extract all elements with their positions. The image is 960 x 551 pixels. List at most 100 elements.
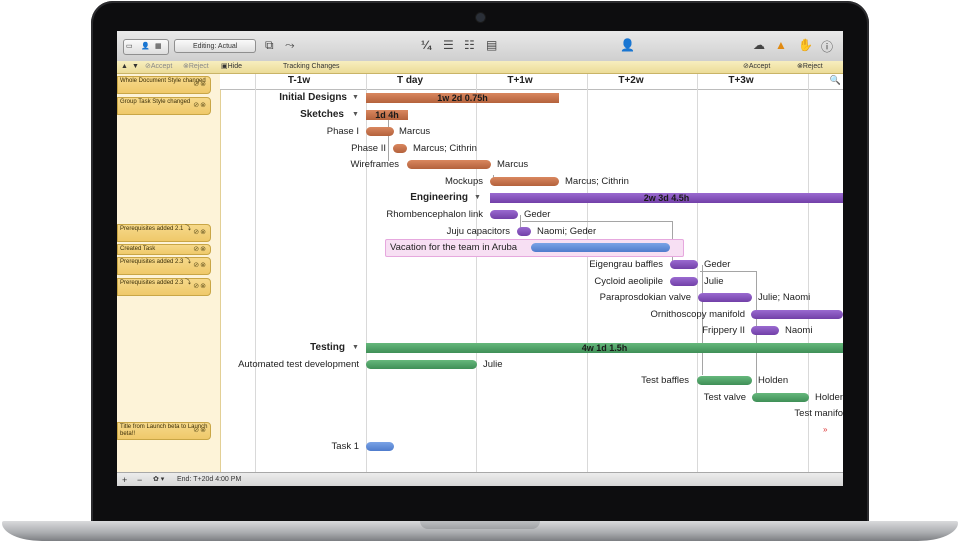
task-label[interactable]: Juju capacitors — [447, 226, 510, 237]
disclosure-triangle-icon[interactable]: ▼ — [474, 194, 481, 201]
zoom-icon[interactable]: 🔍 — [830, 75, 841, 86]
level-resources-icon[interactable]: ☰ — [443, 38, 454, 52]
accept-reject-icons[interactable]: ⊘⊗ — [193, 262, 207, 269]
editing-mode-select[interactable]: Editing: Actual — [174, 39, 256, 53]
change-note[interactable]: Prerequisites added 2.1 ⤵ ⊘⊗ — [117, 224, 211, 242]
remove-task-button[interactable]: − — [137, 473, 142, 486]
group-label[interactable]: Initial Designs — [279, 92, 347, 103]
info-inspector-icon[interactable]: ⓘ — [821, 38, 833, 55]
change-note[interactable]: Prerequisites added 2.3 ⤵ ⊘⊗ — [117, 278, 211, 296]
group-label[interactable]: Engineering — [410, 192, 468, 203]
task-bar[interactable] — [366, 127, 394, 136]
task-label[interactable]: Phase I — [327, 126, 359, 137]
table-view-icon[interactable]: ▦ — [155, 40, 162, 54]
task-bar[interactable] — [490, 177, 559, 186]
disclosure-triangle-icon[interactable]: ▼ — [352, 94, 359, 101]
accept-all-button[interactable]: ⊘ Accept All — [743, 61, 770, 82]
summary-bar[interactable]: 1w 2d 0.75h — [366, 93, 559, 103]
resource-label: Julie — [483, 359, 503, 370]
next-change-icon[interactable]: ▼ — [132, 61, 139, 73]
change-note[interactable]: Prerequisites added 2.3 ⤵ ⊘⊗ — [117, 257, 211, 275]
summary-bar[interactable]: 1d 4h — [366, 110, 408, 120]
resource-view-icon[interactable]: 👤 — [141, 40, 150, 54]
task-label[interactable]: Wireframes — [350, 159, 399, 170]
change-note[interactable]: Created Task ⊘⊗ — [117, 244, 211, 255]
change-note-text: Group Task Style changed — [120, 99, 191, 105]
task-bar[interactable] — [393, 144, 407, 153]
task-label[interactable]: Mockups — [445, 176, 483, 187]
cloud-publish-icon[interactable]: ☁ — [753, 38, 765, 52]
violations-warning-icon[interactable]: ▲ — [775, 38, 787, 52]
task-bar[interactable] — [531, 243, 670, 252]
overflow-chevron-icon[interactable]: » — [823, 425, 827, 434]
disclosure-triangle-icon[interactable]: ▼ — [352, 344, 359, 351]
task-bar[interactable] — [698, 293, 752, 302]
assign-resource-icon[interactable]: 👤 — [620, 38, 635, 52]
action-gear-button[interactable]: ✿ ▾ — [153, 473, 164, 486]
timeline-header: T-1w T day T+1w T+2w T+3w 🔍 — [220, 74, 843, 90]
task-label[interactable]: Test valve — [704, 392, 746, 403]
outline-view-icon[interactable]: ▭ — [126, 40, 133, 54]
change-note-text: Prerequisites added 2.3 ⤵ — [120, 280, 192, 286]
task-label[interactable]: Task 1 — [332, 441, 359, 452]
accept-reject-icons[interactable]: ⊘⊗ — [193, 283, 207, 290]
task-label[interactable]: Test manifo — [794, 408, 843, 419]
grid-line — [255, 74, 256, 472]
change-note[interactable]: Whole Document Style changed ⊘⊗ — [117, 76, 211, 94]
hand-tool-icon[interactable]: ✋ — [798, 38, 813, 52]
change-note[interactable]: Title from Launch beta to Launch beta!! ⊘… — [117, 422, 211, 440]
task-bar[interactable] — [517, 227, 531, 236]
accept-reject-icons[interactable]: ⊘⊗ — [193, 246, 207, 253]
change-note-text: Prerequisites added 2.3 ⤵ — [120, 259, 192, 265]
summary-duration: 2w 3d 4.5h — [643, 193, 690, 203]
task-bar[interactable] — [752, 393, 809, 402]
task-bar[interactable] — [751, 310, 843, 319]
task-bar[interactable] — [751, 326, 779, 335]
reject-all-button[interactable]: ⊗ Reject All — [797, 61, 823, 82]
task-bar[interactable] — [670, 260, 698, 269]
task-bar[interactable] — [407, 160, 491, 169]
task-bar[interactable] — [366, 442, 394, 451]
task-label[interactable]: Eigengrau baffles — [589, 259, 663, 270]
group-label[interactable]: Sketches — [300, 109, 344, 120]
task-label[interactable]: Automated test development — [238, 359, 359, 370]
task-label[interactable]: Phase II — [351, 143, 386, 154]
task-label[interactable]: Ornithoscopy manifold — [650, 309, 745, 320]
task-label[interactable]: Cycloid aeolipile — [594, 276, 663, 287]
previous-change-icon[interactable]: ▲ — [121, 61, 128, 73]
connect-icon[interactable]: ⤳ — [285, 38, 295, 53]
task-label[interactable]: Frippery II — [702, 325, 745, 336]
selected-task-row[interactable]: Vacation for the team in Aruba — [385, 239, 684, 257]
task-bar[interactable] — [670, 277, 698, 286]
accept-reject-icons[interactable]: ⊘⊗ — [193, 102, 207, 109]
accept-reject-icons[interactable]: ⊘⊗ — [193, 427, 207, 434]
tracking-changes-bar: ▲ ▼ ⊘ Accept ⊗ Reject ▣ Hide Changes Tra… — [117, 61, 843, 82]
task-bar[interactable] — [366, 360, 477, 369]
accept-button[interactable]: ⊘ Accept — [145, 61, 172, 73]
toolbar: ▭ 👤 ▦ Editing: Actual ⧉ ⤳ ¼ ☰ ☷ ▤ 👤 ☁ ▲ … — [117, 31, 843, 62]
laptop-notch — [420, 521, 540, 529]
add-task-button[interactable]: + — [122, 473, 127, 486]
resource-label: Marcus; Cithrin — [565, 176, 629, 187]
reject-button[interactable]: ⊗ Reject — [183, 61, 209, 73]
network-icon[interactable]: ⧉ — [265, 38, 274, 53]
inspector-panel-icon[interactable]: ▤ — [486, 38, 497, 52]
group-label[interactable]: Testing — [310, 342, 345, 353]
task-label[interactable]: Rhombencephalon link — [386, 209, 483, 220]
task-label[interactable]: Paraprosdokian valve — [600, 292, 691, 303]
summary-bar[interactable]: 2w 3d 4.5h — [490, 193, 843, 203]
task-label[interactable]: Test baffles — [641, 375, 689, 386]
accept-reject-icons[interactable]: ⊘⊗ — [193, 81, 207, 88]
task-bar[interactable] — [490, 210, 518, 219]
catch-up-icon[interactable]: ☷ — [464, 38, 475, 52]
view-mode-segmented[interactable]: ▭ 👤 ▦ — [123, 39, 169, 55]
task-bar[interactable] — [697, 376, 752, 385]
accept-reject-icons[interactable]: ⊘⊗ — [193, 229, 207, 236]
disclosure-triangle-icon[interactable]: ▼ — [352, 111, 359, 118]
hide-changes-button[interactable]: ▣ Hide Changes — [221, 61, 256, 82]
column-header: T-1w — [287, 75, 311, 86]
change-note[interactable]: Group Task Style changed ⊘⊗ — [117, 97, 211, 115]
end-date-label: End: T+20d 4:00 PM — [177, 476, 242, 483]
fraction-complete-icon[interactable]: ¼ — [421, 38, 431, 52]
summary-bar[interactable]: 4w 1d 1.5h — [366, 343, 843, 353]
